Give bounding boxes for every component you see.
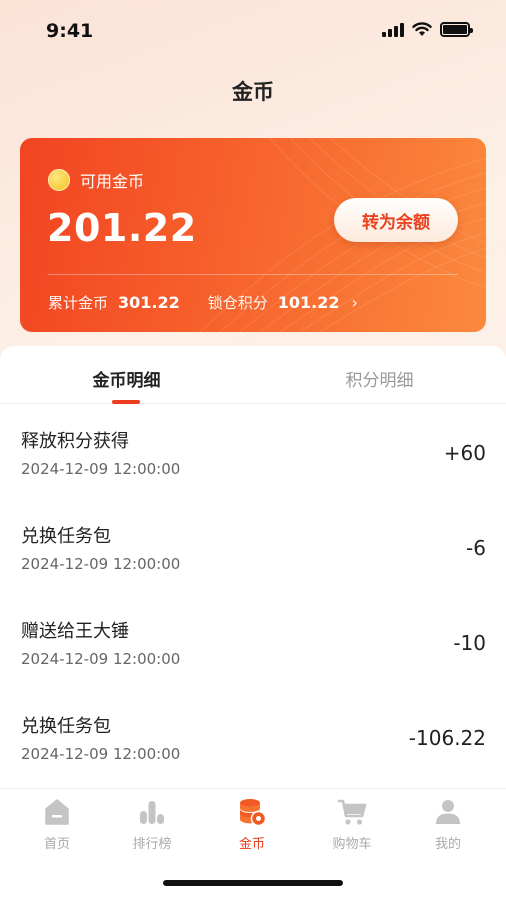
tab-coin-details[interactable]: 金币明细 <box>0 346 253 403</box>
record-time: 2024-12-09 12:00:00 <box>21 650 181 668</box>
record-amount: -10 <box>453 631 486 655</box>
cart-icon <box>337 799 367 825</box>
record-title: 兑换任务包 <box>21 526 111 547</box>
nav-label: 我的 <box>434 837 461 852</box>
coin-icon <box>48 169 70 191</box>
wifi-icon <box>412 22 432 36</box>
record-amount: -6 <box>466 536 486 560</box>
locked-points-value: 101.22 <box>277 293 340 312</box>
list-item[interactable]: 释放积分获得 2024-12-09 12:00:00 +60 <box>0 405 506 500</box>
nav-label: 排行榜 <box>132 837 172 852</box>
nav-label: 购物车 <box>332 837 372 852</box>
list-item[interactable]: 兑换任务包 2024-12-09 12:00:00 -6 <box>0 500 506 595</box>
nav-item-coins[interactable]: 金币 <box>212 797 292 852</box>
nav-label: 首页 <box>43 837 70 852</box>
nav-item-ranking[interactable]: 排行榜 <box>112 797 192 852</box>
status-bar: 9:41 <box>0 0 506 64</box>
status-icons <box>382 22 473 37</box>
card-divider <box>48 274 458 275</box>
nav-item-cart[interactable]: 购物车 <box>312 797 392 852</box>
tab-points-details[interactable]: 积分明细 <box>253 346 506 403</box>
total-coins-label: 累计金币 <box>48 294 109 312</box>
record-amount: -106.22 <box>408 726 486 750</box>
record-title: 兑换任务包 <box>21 716 111 737</box>
page-title: 金币 <box>232 80 274 104</box>
record-time: 2024-12-09 12:00:00 <box>21 460 181 478</box>
chevron-right-icon[interactable]: › <box>352 293 358 312</box>
card-footer[interactable]: 累计金币 301.22 锁仓积分 101.22 › <box>48 292 358 313</box>
locked-points-label: 锁仓积分 <box>207 294 268 312</box>
nav-label: 金币 <box>238 837 265 852</box>
available-coins-label: 可用金币 <box>80 172 145 191</box>
home-icon <box>45 799 69 825</box>
record-time: 2024-12-09 12:00:00 <box>21 555 181 573</box>
coin-balance-card: 可用金币 201.22 转为余额 累计金币 301.22 锁仓积分 101.22… <box>20 138 486 332</box>
coins-icon <box>240 799 267 827</box>
battery-icon <box>440 22 473 37</box>
record-title: 释放积分获得 <box>21 431 129 452</box>
ranking-icon <box>140 801 164 824</box>
active-tab-indicator <box>112 400 140 404</box>
available-coins-label-row: 可用金币 <box>48 168 144 192</box>
available-coins-amount: 201.22 <box>47 206 197 250</box>
record-amount: +60 <box>443 441 486 465</box>
list-item[interactable]: 兑换任务包 2024-12-09 12:00:00 -106.22 <box>0 690 506 785</box>
list-item[interactable]: 赠送给王大锤 2024-12-09 12:00:00 -10 <box>0 595 506 690</box>
status-time: 9:41 <box>46 20 94 42</box>
convert-to-balance-button[interactable]: 转为余额 <box>334 198 458 242</box>
nav-item-profile[interactable]: 我的 <box>408 797 488 852</box>
cellular-signal-icon <box>382 22 404 37</box>
record-time: 2024-12-09 12:00:00 <box>21 745 181 763</box>
tab-bar: 金币明细 积分明细 <box>0 346 506 404</box>
record-title: 赠送给王大锤 <box>21 621 129 642</box>
profile-icon <box>436 800 460 824</box>
record-list: 释放积分获得 2024-12-09 12:00:00 +60 兑换任务包 202… <box>0 405 506 785</box>
nav-item-home[interactable]: 首页 <box>17 797 97 852</box>
details-panel: 金币明细 积分明细 释放积分获得 2024-12-09 12:00:00 +60… <box>0 346 506 788</box>
total-coins-value: 301.22 <box>118 293 180 312</box>
home-indicator <box>163 880 343 886</box>
